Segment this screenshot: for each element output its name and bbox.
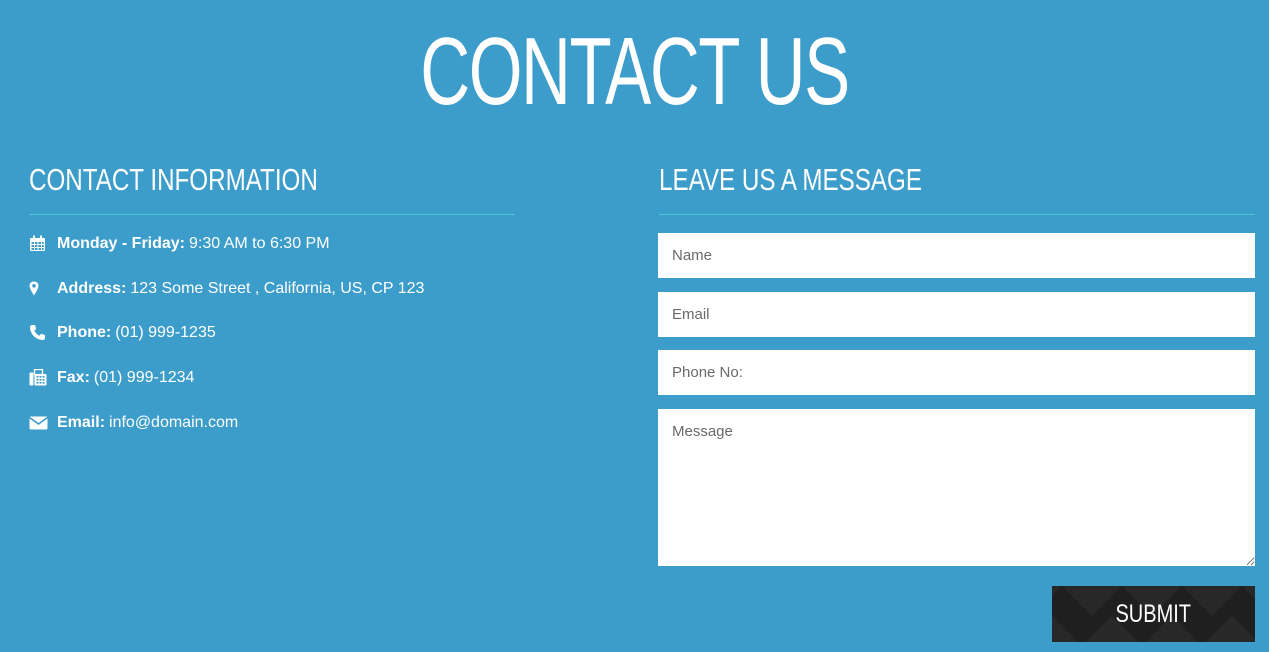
contact-information-heading: CONTACT INFORMATION [29, 162, 318, 197]
contact-info-hours-label: Monday - Friday: [57, 235, 186, 252]
contact-info-list: Monday - Friday: 9:30 AM to 6:30 PM Addr… [29, 229, 424, 452]
email-input[interactable] [658, 292, 1255, 337]
contact-info-phone: Phone: (01) 999-1235 [29, 318, 424, 363]
message-textarea[interactable] [658, 409, 1255, 566]
contact-info-address-label: Address: [57, 279, 127, 297]
contact-information-divider [29, 213, 515, 215]
contact-info-hours-value: 9:30 AM to 6:30 PM [189, 235, 330, 252]
contact-info-email-label: Email: [57, 413, 106, 431]
calendar-icon [29, 229, 57, 258]
page-title: CONTACT US [420, 18, 850, 125]
contact-info-fax-value: (01) 999-1234 [93, 369, 195, 387]
contact-info-address: Address: 123 Some Street , California, U… [29, 274, 424, 319]
contact-info-address-value: 123 Some Street , California, US, CP 123 [130, 279, 425, 297]
contact-form [658, 233, 1255, 566]
contact-info-fax: Fax: (01) 999-1234 [29, 363, 424, 408]
phone-icon [29, 318, 57, 347]
submit-button-label: SUBMIT [1115, 599, 1192, 628]
contact-info-email: Email: info@domain.com [29, 408, 424, 453]
contact-info-phone-value: (01) 999-1235 [115, 324, 216, 342]
map-marker-icon [29, 274, 57, 303]
contact-info-hours: Monday - Friday: 9:30 AM to 6:30 PM [29, 229, 424, 274]
contact-info-phone-label: Phone: [57, 324, 112, 342]
leave-message-divider [659, 213, 1255, 215]
submit-button[interactable]: SUBMIT [1052, 586, 1255, 642]
contact-info-email-value: info@domain.com [109, 413, 239, 431]
fax-icon [29, 363, 57, 392]
name-input[interactable] [658, 233, 1255, 278]
contact-info-fax-label: Fax: [57, 369, 90, 387]
envelope-icon [29, 408, 57, 437]
phone-input[interactable] [658, 350, 1255, 395]
leave-message-heading: LEAVE US A MESSAGE [659, 162, 922, 197]
